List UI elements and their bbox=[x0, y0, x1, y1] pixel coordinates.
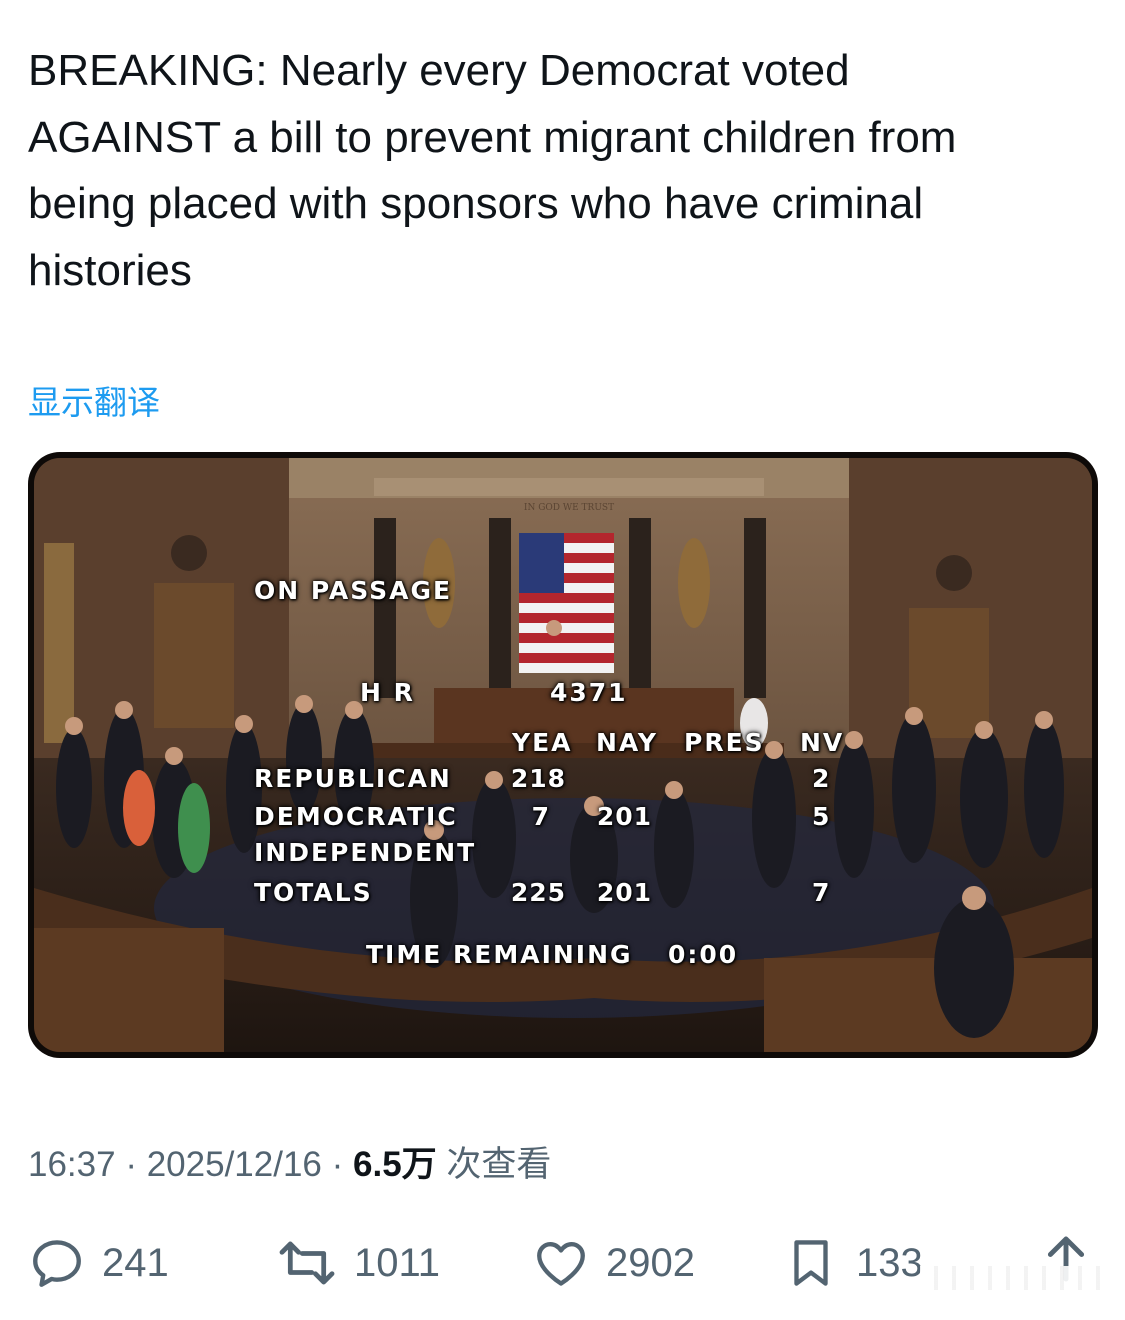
row-party: REPUBLICAN bbox=[254, 764, 452, 793]
tweet-date[interactable]: 2025/12/16 bbox=[147, 1145, 322, 1184]
action-bar: 241 1011 2902 133 bbox=[0, 1220, 1125, 1310]
tweet-text-line: histories bbox=[28, 245, 192, 295]
watermark-strip bbox=[920, 1266, 1110, 1290]
show-translation-link[interactable]: 显示翻译 bbox=[28, 376, 160, 424]
column-pres: PRES bbox=[684, 728, 765, 757]
tweet-text-line: BREAKING: Nearly every Democrat voted bbox=[28, 46, 850, 95]
row-nv: 2 bbox=[812, 764, 832, 793]
tweet-meta: 16:37 · 2025/12/16 · 6.5万 次查看 bbox=[28, 1136, 551, 1187]
time-remaining-label: TIME REMAINING bbox=[366, 940, 633, 969]
row-yea: 7 bbox=[531, 802, 550, 831]
meta-separator: · bbox=[331, 1145, 344, 1184]
like-icon bbox=[532, 1234, 590, 1292]
views-label: 次查看 bbox=[446, 1145, 552, 1185]
tweet-text-line: AGAINST a bill to prevent migrant childr… bbox=[28, 112, 957, 162]
row-party: DEMOCRATIC bbox=[254, 802, 458, 831]
tweet-text: BREAKING: Nearly every Democrat voted AG… bbox=[28, 38, 1088, 304]
like-button[interactable]: 2902 bbox=[532, 1234, 695, 1292]
house-chamber-photo: IN GOD WE TRUST ON PASSAGE H R 4371 YEA … bbox=[34, 458, 1092, 1052]
column-nv: NV bbox=[800, 728, 845, 757]
tweet-media-image[interactable]: IN GOD WE TRUST ON PASSAGE H R 4371 YEA … bbox=[28, 452, 1098, 1058]
row-party: TOTALS bbox=[254, 878, 373, 907]
reply-count: 241 bbox=[102, 1240, 169, 1285]
time-remaining-value: 0:00 bbox=[668, 940, 739, 969]
repost-count: 1011 bbox=[354, 1240, 441, 1285]
reply-button[interactable]: 241 bbox=[28, 1234, 169, 1292]
tweet-text-line: being placed with sponsors who have crim… bbox=[28, 179, 924, 228]
repost-button[interactable]: 1011 bbox=[276, 1234, 440, 1292]
like-count: 2902 bbox=[606, 1240, 695, 1285]
view-count: 6.5万 bbox=[353, 1145, 437, 1184]
column-yea: YEA bbox=[512, 728, 573, 757]
column-nay: NAY bbox=[596, 728, 658, 757]
bill-number: 4371 bbox=[550, 678, 628, 707]
motto-text: IN GOD WE TRUST bbox=[524, 503, 614, 513]
tweet-time[interactable]: 16:37 bbox=[28, 1145, 116, 1184]
row-yea: 225 bbox=[510, 878, 566, 907]
bookmark-button[interactable]: 133 bbox=[782, 1234, 923, 1292]
vote-board-title: ON PASSAGE bbox=[254, 576, 453, 605]
row-yea: 218 bbox=[510, 764, 566, 793]
meta-separator: · bbox=[125, 1145, 137, 1184]
repost-icon bbox=[276, 1234, 338, 1292]
bookmark-icon bbox=[782, 1234, 840, 1292]
reply-icon bbox=[28, 1234, 86, 1292]
row-party: INDEPENDENT bbox=[254, 838, 477, 867]
row-nay: 201 bbox=[596, 802, 652, 831]
row-nv: 5 bbox=[812, 802, 832, 831]
row-nay: 201 bbox=[596, 878, 652, 907]
row-nv: 7 bbox=[812, 878, 832, 907]
bill-label: H R bbox=[360, 678, 415, 707]
bookmark-count: 133 bbox=[856, 1240, 923, 1285]
